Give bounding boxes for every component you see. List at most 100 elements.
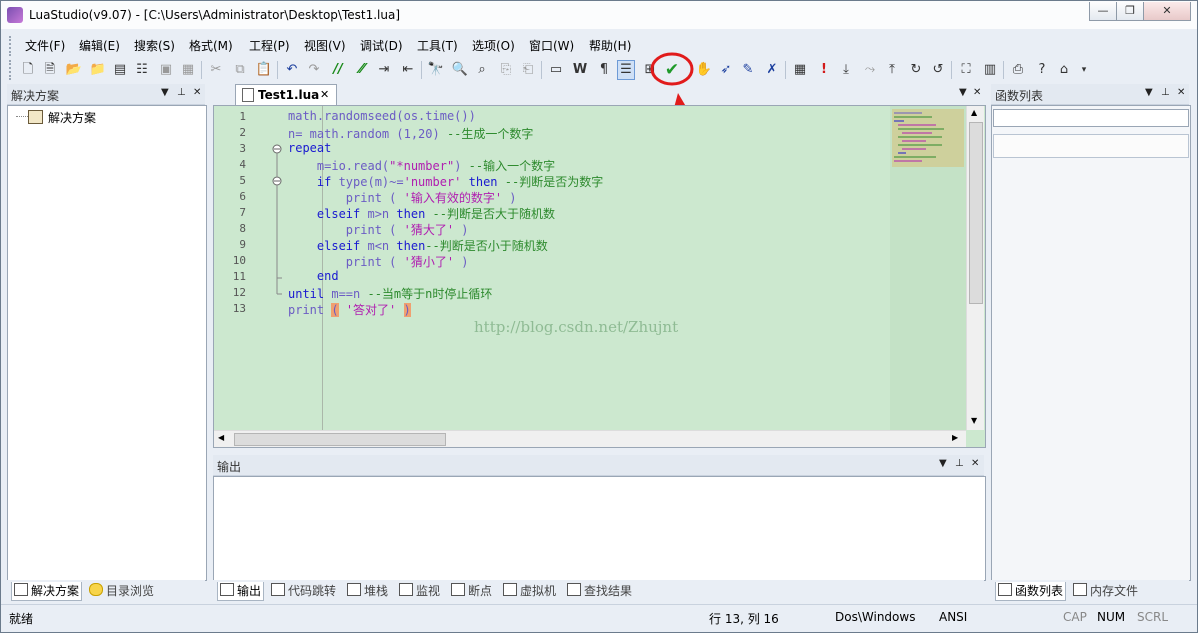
code-text-area[interactable]: math.randomseed(os.time()) n= math.random… [286,106,890,430]
tab-find-results[interactable]: 查找结果 [565,582,634,600]
function-list-dropdown-icon[interactable]: ▼ [1145,87,1153,98]
help-icon[interactable]: ? [1033,60,1051,80]
indent-icon[interactable]: ⇥ [375,60,393,80]
tab-function-list[interactable]: 函数列表 [995,582,1067,601]
menu-format[interactable]: 格式(M) [189,37,233,54]
menu-file[interactable]: 文件(F) [25,37,65,54]
editor-tabs-dropdown-icon[interactable]: ▼ [959,87,967,98]
compile-icon[interactable]: ▦ [791,60,809,80]
menu-project[interactable]: 工程(P) [249,37,290,54]
output-area[interactable] [213,476,986,581]
copy-icon[interactable]: ⧉ [231,60,249,80]
open-recent-icon[interactable]: ▤ [111,60,129,80]
comment-icon[interactable]: // [329,60,347,80]
properties-icon[interactable]: ☷ [133,60,151,80]
close-button[interactable]: ✕ [1143,2,1191,21]
editor-tabbar: Test1.lua ✕ ▼ ✕ [213,84,984,105]
panel-pin-icon[interactable]: ⊥ [177,87,186,98]
bookmark-icon[interactable]: ⎘ [497,60,515,80]
code-token: --输入一个数字 [468,159,556,173]
step-over-icon[interactable]: ⤳ [861,60,879,80]
menubar-grip[interactable] [9,36,14,56]
tab-solution[interactable]: 解决方案 [11,582,83,601]
vertical-scroll-thumb[interactable] [969,122,983,304]
new-project-icon[interactable]: 🗎 [41,60,59,80]
function-list-pin-icon[interactable]: ⊥ [1161,87,1170,98]
menu-window[interactable]: 窗口(W) [529,37,574,54]
scroll-up-icon[interactable]: ▲ [971,108,977,117]
tab-directory[interactable]: 目录浏览 [87,582,156,600]
bookmark-next-icon[interactable]: ⎗ [519,60,537,80]
scroll-right-icon[interactable]: ▶ [952,433,958,442]
tab-breakpoints[interactable]: 断点 [449,582,494,600]
open-file-icon[interactable]: 📂 [65,60,83,80]
minimap-lines [894,112,944,162]
find-replace-icon[interactable]: ⌕ [473,60,491,80]
tab-watch[interactable]: 监视 [397,582,442,600]
scroll-left-icon[interactable]: ◀ [218,433,224,442]
editor-close-icon[interactable]: ✕ [973,87,981,98]
tab-output[interactable]: 输出 [217,582,265,601]
open-project-icon[interactable]: 📁 [89,60,107,80]
function-filter-input[interactable] [993,109,1189,127]
options-icon[interactable]: ▥ [981,60,999,80]
menu-debug[interactable]: 调试(D) [360,37,403,54]
line-number: 13 [232,302,246,315]
undo-icon[interactable]: ↶ [283,60,301,80]
tab-memory-files[interactable]: 内存文件 [1071,582,1140,600]
breakpoint-icon[interactable]: ! [815,60,833,80]
find-icon[interactable]: 🔭 [427,60,445,80]
menu-help[interactable]: 帮助(H) [589,37,631,54]
panel-dropdown-icon[interactable]: ▼ [161,87,169,98]
restore-button[interactable]: ❐ [1116,2,1144,21]
code-editor[interactable]: 1 2 3 4 5 6 7 8 9 10 11 12 13 math.randomseed(os.tim… [213,105,986,448]
tree-root-solution[interactable]: 解决方案 [48,109,96,126]
function-list-dropdown[interactable] [993,134,1189,158]
uncomment-icon[interactable]: ⁄⁄ [353,60,371,80]
panel-close-icon[interactable]: ✕ [193,87,201,98]
horizontal-scroll-thumb[interactable] [234,433,446,446]
save-icon[interactable]: ▣ [157,60,175,80]
toolbar-overflow-icon[interactable]: ▾ [1075,60,1093,80]
tab-stack[interactable]: 堆栈 [345,582,390,600]
editor-tab-test1[interactable]: Test1.lua ✕ [235,84,337,105]
screenshot-icon[interactable]: ⛶ [957,60,975,80]
menu-view[interactable]: 视图(V) [304,37,346,54]
menu-search[interactable]: 搜索(S) [134,37,175,54]
find-next-icon[interactable]: 🔍 [451,60,469,80]
menu-edit[interactable]: 编辑(E) [79,37,120,54]
save-all-icon[interactable]: ▦ [179,60,197,80]
stop-debug-icon[interactable]: ✗ [763,60,781,80]
code-minimap[interactable] [890,106,966,430]
show-whitespace-icon[interactable]: ¶ [595,60,613,80]
editor-tab-close-icon[interactable]: ✕ [320,88,329,101]
tab-code-jump[interactable]: 代码跳转 [269,582,338,600]
cut-icon[interactable]: ✂ [207,60,225,80]
restart-icon[interactable]: ↺ [929,60,947,80]
print-icon[interactable]: ⎙ [1009,60,1027,80]
toolbar-grip[interactable] [9,60,14,80]
scroll-down-icon[interactable]: ▼ [971,416,977,425]
output-pin-icon[interactable]: ⊥ [955,458,964,469]
menu-options[interactable]: 选项(O) [472,37,515,54]
new-file-icon[interactable]: 🗋 [19,60,37,80]
redo-icon[interactable]: ↷ [305,60,323,80]
home-icon[interactable]: ⌂ [1055,60,1073,80]
outdent-icon[interactable]: ⇤ [399,60,417,80]
run-to-cursor-icon[interactable]: ↻ [907,60,925,80]
step-out-icon[interactable]: ⤒ [883,60,901,80]
debug-run-icon[interactable]: ✎ [739,60,757,80]
fullscreen-icon[interactable]: ▭ [547,60,565,80]
menu-tools[interactable]: 工具(T) [417,37,458,54]
line-numbers-icon[interactable]: ☰ [617,60,635,80]
function-list-close-icon[interactable]: ✕ [1177,87,1185,98]
paste-icon[interactable]: 📋 [255,60,273,80]
word-wrap-icon[interactable]: W [571,60,589,80]
horizontal-scrollbar[interactable]: ◀ ▶ [214,430,966,447]
minimize-button[interactable]: — [1089,2,1117,21]
step-into-icon[interactable]: ⤓ [837,60,855,80]
output-dropdown-icon[interactable]: ▼ [939,458,947,469]
tab-vm[interactable]: 虚拟机 [501,582,558,600]
output-close-icon[interactable]: ✕ [971,458,979,469]
vertical-scrollbar[interactable]: ▲ ▼ [966,106,984,430]
